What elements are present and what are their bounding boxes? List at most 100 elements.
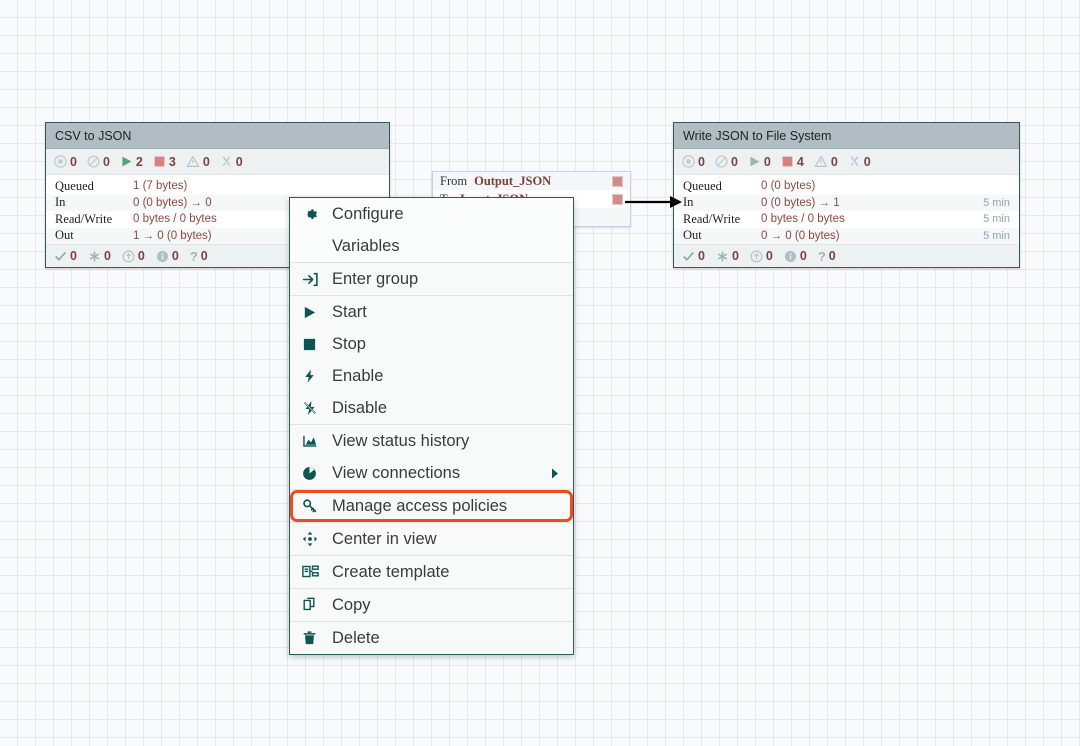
check-icon [682,250,695,263]
running-icon [748,155,761,168]
menu-item-view-connections[interactable]: View connections [290,457,573,489]
menu-item-label: Enter group [332,269,419,288]
connection-destination-stopped-icon [612,193,623,205]
menu-item-label: Manage access policies [332,496,508,515]
context-menu-group-template: Create template [290,556,573,589]
disabled-icon [848,155,861,168]
process-group-status-bar: 0 0 2 3 0 0 [46,149,389,175]
bulletin-uploaded: 0 [122,249,145,263]
bolt-slash-icon [302,400,324,416]
menu-item-label: Disable [332,398,388,417]
asterisk-icon [88,250,101,263]
menu-item-configure[interactable]: Configure [290,198,573,230]
stopped-icon [781,155,794,168]
menu-item-label: Stop [332,334,366,353]
status-running: 0 [748,155,771,169]
bulletin-unknown: ? 0 [189,248,208,264]
context-menu-group-configure: Configure Variables [290,198,573,263]
context-menu-group-policies: Manage access policies [290,490,573,523]
process-group-title: Write JSON to File System [674,123,1019,149]
menu-item-start[interactable]: Start [290,296,573,328]
process-group-status-bar: 0 0 0 4 0 0 [674,149,1019,175]
context-menu-group-view: View status history View connections [290,425,573,490]
gear-icon [302,206,324,223]
menu-item-label: Enable [332,366,384,385]
info-circle-icon [156,250,169,263]
bolt-icon [302,368,324,384]
status-transmitting: 0 [54,155,77,169]
status-not-transmitting: 0 [715,155,738,169]
process-group-title: CSV to JSON [46,123,389,149]
stat-row: In 0 (0 bytes) → 1 5 min [674,194,1019,211]
menu-item-enable[interactable]: Enable [290,360,573,392]
question-icon: ? [189,248,198,264]
process-group-bulletin-bar: 0 0 0 0 ? 0 [674,244,1019,267]
status-disabled: 0 [848,155,871,169]
bulletin-check: 0 [54,249,77,263]
status-running: 2 [120,155,143,169]
connections-icon [302,466,324,481]
menu-item-label: View status history [332,431,470,450]
menu-item-view-status-history[interactable]: View status history [290,425,573,457]
menu-item-stop[interactable]: Stop [290,328,573,360]
menu-item-delete[interactable]: Delete [290,622,573,654]
status-transmitting: 0 [682,155,705,169]
not-transmitting-icon [87,155,100,168]
invalid-warning-icon [186,155,200,168]
up-arrow-circle-icon [122,250,135,263]
check-icon [54,250,67,263]
status-disabled: 0 [220,155,243,169]
menu-item-enter-group[interactable]: Enter group [290,263,573,295]
stat-row: Read/Write 0 bytes / 0 bytes 5 min [683,211,1010,226]
process-group-write-json-to-file-system[interactable]: Write JSON to File System 0 0 0 4 0 0 Qu… [673,122,1020,268]
status-invalid: 0 [186,155,210,169]
bulletin-uploaded: 0 [750,249,773,263]
stopped-icon [153,155,166,168]
template-icon [302,565,324,580]
bulletin-info: 0 [156,249,179,263]
menu-item-label: Copy [332,595,371,614]
menu-item-variables[interactable]: Variables [290,230,573,262]
menu-item-label: Variables [332,236,400,255]
menu-item-label: Delete [332,628,380,647]
play-icon [302,305,324,320]
invalid-warning-icon [814,155,828,168]
stop-square-icon [302,337,324,352]
context-menu-group-enter: Enter group [290,263,573,296]
menu-item-manage-access-policies[interactable]: Manage access policies [290,490,573,522]
question-icon: ? [817,248,826,264]
menu-item-create-template[interactable]: Create template [290,556,573,588]
context-menu-group-center: Center in view [290,523,573,556]
context-menu-group-lifecycle: Start Stop Enable Disable [290,296,573,425]
flow-canvas[interactable]: CSV to JSON 0 0 2 3 0 0 Queued 1 (7 byte… [0,0,1080,746]
context-menu[interactable]: Configure Variables Enter group Start St… [289,197,574,655]
copy-icon [302,597,324,613]
menu-item-copy[interactable]: Copy [290,589,573,621]
bulletin-asterisk: 0 [716,249,739,263]
bulletin-asterisk: 0 [88,249,111,263]
bulletin-unknown: ? 0 [817,248,836,264]
connection-arrow[interactable] [625,186,685,218]
enter-group-icon [302,271,324,288]
menu-item-label: Create template [332,562,450,581]
status-not-transmitting: 0 [87,155,110,169]
bulletin-check: 0 [682,249,705,263]
disabled-icon [220,155,233,168]
menu-item-label: Center in view [332,529,437,548]
not-transmitting-icon [715,155,728,168]
transmitting-icon [682,155,695,168]
stat-row: Queued 0 (0 bytes) [683,178,816,193]
center-icon [302,531,324,547]
bulletin-info: 0 [784,249,807,263]
context-menu-group-copy: Copy [290,589,573,622]
stat-row: Out 0 → 0 (0 bytes) 5 min [674,227,1019,244]
status-stopped: 4 [781,155,804,169]
menu-item-label: Start [332,302,367,321]
menu-item-label: Configure [332,204,404,223]
info-circle-icon [784,250,797,263]
menu-item-disable[interactable]: Disable [290,392,573,424]
menu-item-center-in-view[interactable]: Center in view [290,523,573,555]
context-menu-group-delete: Delete [290,622,573,654]
asterisk-icon [716,250,729,263]
chart-icon [302,434,324,449]
